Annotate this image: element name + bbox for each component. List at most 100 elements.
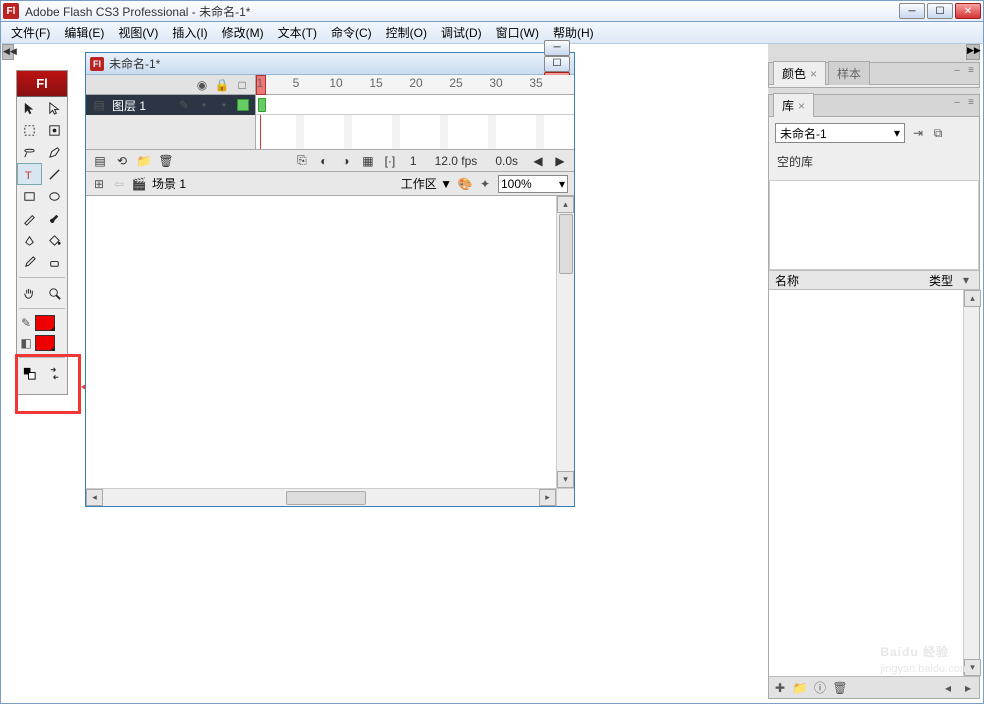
pencil-tool[interactable] [17,207,42,229]
left-dock-toggle[interactable]: ◀◀ [2,44,14,60]
library-vscroll[interactable]: ▴ ▾ [963,290,979,676]
zoom-tool[interactable] [42,282,67,304]
panel-menu-icon[interactable]: ≡ [965,65,977,77]
gradient-transform-tool[interactable] [42,119,67,141]
close-icon[interactable]: × [798,99,805,113]
delete-layer-button[interactable]: 🗑 [158,153,174,169]
sort-icon[interactable]: ▾ [959,273,973,287]
tab-color[interactable]: 颜色× [773,61,826,85]
panel-collapse-icon[interactable]: – [951,97,963,109]
tab-library[interactable]: 库× [773,93,814,117]
eraser-tool[interactable] [42,251,67,273]
menu-debug[interactable]: 调试(D) [435,22,488,43]
new-symbol-button[interactable]: ✚ [773,681,787,695]
black-white-button[interactable] [17,362,42,384]
brush-tool[interactable] [42,207,67,229]
pen-tool[interactable] [42,141,67,163]
stroke-color-swatch[interactable] [35,315,55,331]
document-titlebar[interactable]: Fl 未命名-1* ─ ☐ ✕ [86,53,574,75]
new-folder-button[interactable]: 📁 [136,153,152,169]
onion-skin-button[interactable]: ◐ [316,153,332,169]
minimize-button[interactable]: ─ [899,3,925,19]
tab-swatches[interactable]: 样本 [828,61,870,85]
eye-icon[interactable]: ◉ [195,78,209,92]
col-type[interactable]: 类型 [929,272,953,289]
horizontal-scrollbar[interactable]: ◂ ▸ [86,488,556,506]
maximize-button[interactable]: ☐ [927,3,953,19]
selection-tool[interactable] [17,97,42,119]
timeline-toggle-icon[interactable]: ⊞ [92,177,106,191]
layer-color-swatch[interactable] [237,99,249,111]
menu-edit[interactable]: 编辑(E) [58,22,110,43]
modify-markers-button[interactable]: [·] [382,153,398,169]
properties-button[interactable]: ⓘ [813,681,827,695]
menu-control[interactable]: 控制(O) [380,22,433,43]
paint-bucket-tool[interactable] [42,229,67,251]
vscroll-thumb[interactable] [559,214,573,274]
menu-window[interactable]: 窗口(W) [490,22,545,43]
timeline-scroll-right[interactable]: ▶ [552,153,568,169]
ink-bottle-tool[interactable] [17,229,42,251]
new-layer-button[interactable]: ▤ [92,153,108,169]
stage[interactable] [86,196,574,488]
frames-row[interactable] [256,95,574,115]
scroll-right-button[interactable]: ▸ [539,489,556,506]
swap-colors-button[interactable] [42,362,67,384]
frames-area[interactable] [256,115,574,149]
close-button[interactable]: ✕ [955,3,981,19]
new-folder-button[interactable]: 📁 [793,681,807,695]
edit-scene-icon[interactable]: 🎨 [458,177,472,191]
free-transform-tool[interactable] [17,119,42,141]
library-document-select[interactable]: 未命名-1▾ [775,123,905,143]
scroll-left-button[interactable]: ◂ [86,489,103,506]
outline-icon[interactable]: □ [235,78,249,92]
scroll-down-button[interactable]: ▾ [557,471,574,488]
vertical-scrollbar[interactable]: ▴ ▾ [556,196,574,488]
pin-library-icon[interactable]: ⇥ [911,126,925,140]
scroll-down-button[interactable]: ▾ [964,659,981,676]
scene-label[interactable]: 场景 1 [152,175,186,192]
panel-menu-icon[interactable]: ≡ [965,97,977,109]
menu-text[interactable]: 文本(T) [272,22,323,43]
delete-button[interactable]: 🗑 [833,681,847,695]
subselection-tool[interactable] [42,97,67,119]
new-motion-guide-button[interactable]: ⟲ [114,153,130,169]
rectangle-tool[interactable] [17,185,42,207]
timeline-scroll-left[interactable]: ◀ [530,153,546,169]
hscroll-thumb[interactable] [286,491,366,505]
doc-maximize-button[interactable]: ☐ [544,56,570,72]
text-tool[interactable]: T [17,163,42,185]
edit-multiple-button[interactable]: ▦ [360,153,376,169]
col-name[interactable]: 名称 [775,272,929,289]
close-icon[interactable]: × [810,67,817,81]
lock-icon[interactable]: 🔒 [215,78,229,92]
zoom-select[interactable]: 100%▾ [498,175,568,193]
layer-dot1[interactable]: • [197,98,211,112]
layer-dot2[interactable]: • [217,98,231,112]
lib-scroll-left[interactable]: ◂ [941,681,955,695]
keyframe[interactable] [258,98,266,112]
workspace-label[interactable]: 工作区 ▼ [401,175,452,192]
timeline-ruler[interactable]: 1 5 10 15 20 25 30 35 [256,75,574,95]
scroll-up-button[interactable]: ▴ [557,196,574,213]
onion-outline-button[interactable]: ◑ [338,153,354,169]
panel-collapse-icon[interactable]: – [951,65,963,77]
eyedropper-tool[interactable] [17,251,42,273]
oval-tool[interactable] [42,185,67,207]
back-button[interactable]: ⇦ [112,177,126,191]
library-list[interactable]: ▴ ▾ [769,290,979,676]
doc-minimize-button[interactable]: ─ [544,40,570,56]
new-library-icon[interactable]: ⧉ [931,126,945,140]
layer-row[interactable]: ▤ 图层 1 ✎ • • [86,95,255,115]
scroll-up-button[interactable]: ▴ [964,290,981,307]
hand-tool[interactable] [17,282,42,304]
menu-view[interactable]: 视图(V) [112,22,164,43]
menu-modify[interactable]: 修改(M) [216,22,270,43]
lib-scroll-right[interactable]: ▸ [961,681,975,695]
lasso-tool[interactable] [17,141,42,163]
right-dock-toggle[interactable]: ▶▶ [966,44,980,60]
menu-insert[interactable]: 插入(I) [166,22,213,43]
edit-symbols-icon[interactable]: ✦ [478,177,492,191]
menu-commands[interactable]: 命令(C) [325,22,378,43]
fill-color-swatch[interactable] [35,335,55,351]
